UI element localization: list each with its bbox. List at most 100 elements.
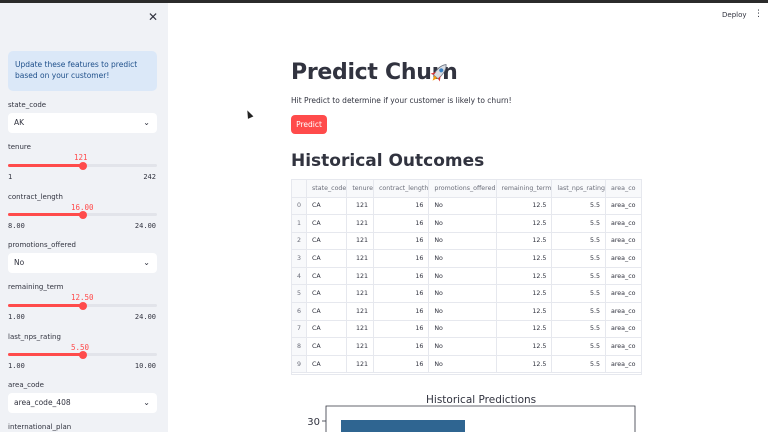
close-sidebar-icon[interactable]: ✕ [146, 10, 160, 24]
table-cell: No [428, 337, 497, 356]
column-header[interactable]: state_code [306, 180, 348, 198]
row-index-cell: 6 [292, 302, 307, 321]
table-cell: 12.5 [496, 197, 553, 216]
deploy-button[interactable]: Deploy [722, 11, 747, 19]
column-header[interactable]: last_nps_rating [551, 180, 606, 198]
tenure-slider-thumb[interactable] [78, 161, 87, 170]
chevron-down-icon: ⌄ [143, 258, 150, 267]
table-cell: area_co [605, 197, 641, 216]
table-cell: No [428, 267, 497, 286]
promotions-offered-select[interactable]: No ⌄ [8, 253, 157, 273]
table-cell: 16 [373, 284, 430, 304]
promotions-offered-value: No [14, 258, 25, 267]
table-cell: No [428, 320, 497, 339]
table-cell: area_co [605, 232, 641, 251]
table-row[interactable]: 6 CA 121 16 No 12.5 5.5 area_co [292, 302, 641, 321]
tenure-slider[interactable] [8, 161, 157, 170]
column-header[interactable]: promotions_offered [428, 180, 497, 198]
last-nps-rating-slider[interactable] [8, 350, 157, 359]
column-header[interactable] [292, 180, 307, 198]
table-cell: 121 [346, 302, 374, 321]
table-cell: 12.5 [496, 284, 553, 304]
last-nps-rating-slider-thumb[interactable] [78, 350, 87, 359]
table-cell: CA [306, 197, 348, 216]
contract-length-slider[interactable] [8, 210, 157, 219]
table-cell: area_co [605, 249, 641, 268]
chevron-down-icon: ⌄ [143, 118, 150, 127]
table-row[interactable]: 4 CA 121 16 No 12.5 5.5 area_co [292, 267, 641, 286]
table-cell: 121 [346, 355, 374, 374]
y-tick-label: 30 [307, 417, 320, 428]
row-index-cell: 1 [292, 214, 307, 233]
table-row[interactable]: 3 CA 121 16 No 12.5 5.5 area_co [292, 249, 641, 268]
table-cell: 5.5 [551, 284, 606, 304]
table-cell: No [428, 214, 497, 233]
tenure-max: 242 [143, 173, 156, 181]
table-cell: CA [306, 320, 348, 339]
table-cell: No [428, 355, 497, 374]
table-row[interactable]: 5 CA 121 16 No 12.5 5.5 area_co [292, 284, 641, 304]
section-title: Historical Outcomes [291, 151, 485, 171]
table-cell: area_co [605, 284, 641, 304]
contract-length-label: contract_length [8, 193, 63, 201]
row-index-cell: 0 [292, 197, 307, 216]
table-cell: 12.5 [496, 267, 553, 286]
column-header[interactable]: tenure [346, 180, 374, 198]
remaining-term-max: 24.00 [134, 313, 156, 321]
promotions-offered-label: promotions_offered [8, 241, 76, 249]
data-table: state_code tenure contract_length promotion… [292, 180, 641, 374]
table-row[interactable]: 7 CA 121 16 No 12.5 5.5 area_co [292, 320, 641, 339]
table-cell: area_co [605, 214, 641, 233]
contract-length-slider-thumb[interactable] [78, 210, 87, 219]
predict-button[interactable]: Predict [291, 115, 327, 134]
remaining-term-slider-thumb[interactable] [78, 301, 87, 310]
table-row[interactable]: 8 CA 121 16 No 12.5 5.5 area_co [292, 337, 641, 356]
remaining-term-slider[interactable] [8, 301, 157, 310]
table-cell: 12.5 [496, 320, 553, 339]
international-plan-label: international_plan [8, 423, 72, 431]
table-cell: No [428, 232, 497, 251]
table-cell: 121 [346, 320, 374, 339]
historical-outcomes-table[interactable]: state_code tenure contract_length promotion… [291, 179, 642, 375]
column-header[interactable]: remaining_term [496, 180, 553, 198]
table-cell: CA [306, 232, 348, 251]
table-cell: CA [306, 214, 348, 233]
table-cell: 16 [373, 302, 430, 321]
table-cell: 16 [373, 249, 430, 268]
state-code-label: state_code [8, 101, 47, 109]
tenure-label: tenure [8, 143, 31, 151]
state-code-select[interactable]: AK ⌄ [8, 113, 157, 133]
table-cell: 121 [346, 197, 374, 216]
table-row[interactable]: 2 CA 121 16 No 12.5 5.5 area_co [292, 232, 641, 251]
table-cell: No [428, 302, 497, 321]
table-cell: 121 [346, 214, 374, 233]
table-row[interactable]: 9 CA 121 16 No 12.5 5.5 area_co [292, 355, 641, 374]
table-cell: area_co [605, 320, 641, 339]
table-cell: 5.5 [551, 214, 606, 233]
table-cell: 5.5 [551, 267, 606, 286]
table-row[interactable]: 0 CA 121 16 No 12.5 5.5 area_co [292, 197, 641, 216]
row-index-cell: 5 [292, 284, 307, 304]
chevron-down-icon: ⌄ [143, 398, 150, 407]
tenure-slider-fill [8, 164, 83, 167]
tenure-min: 1 [8, 173, 13, 181]
table-cell: area_co [605, 355, 641, 374]
kebab-menu-icon[interactable]: ⋮ [754, 9, 763, 19]
row-index-cell: 7 [292, 320, 307, 339]
chart-bar [341, 420, 465, 432]
table-cell: No [428, 284, 497, 304]
column-header[interactable]: area_co [605, 180, 641, 198]
last-nps-rating-min: 1.00 [8, 362, 25, 370]
table-cell: 16 [373, 355, 430, 374]
table-cell: 12.5 [496, 214, 553, 233]
area-code-select[interactable]: area_code_408 ⌄ [8, 393, 157, 413]
table-cell: 5.5 [551, 320, 606, 339]
table-cell: 12.5 [496, 249, 553, 268]
table-cell: 121 [346, 337, 374, 356]
table-cell: 5.5 [551, 355, 606, 374]
last-nps-rating-label: last_nps_rating [8, 333, 61, 341]
column-header[interactable]: contract_length [373, 180, 430, 198]
table-cell: 121 [346, 284, 374, 304]
table-row[interactable]: 1 CA 121 16 No 12.5 5.5 area_co [292, 214, 641, 233]
sidebar: ✕ Update these features to predict based… [0, 3, 168, 432]
